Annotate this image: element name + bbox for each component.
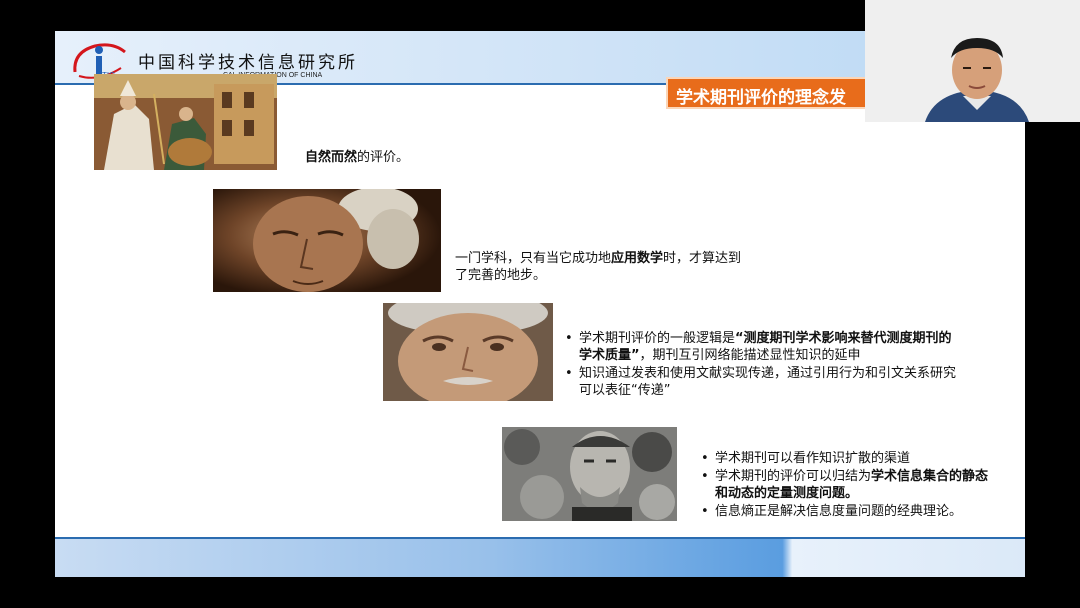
item-text: 学术期刊的评价可以归结为 [715,469,872,484]
item-text: 知识通过发表和使用文献实现传递，通过引用行为和引文关系研究可以表征“传递” [579,366,957,398]
list-item: 知识通过发表和使用文献实现传递，通过引用行为和引文关系研究可以表征“传递” [564,365,959,399]
item-mathematics-quote: 一门学科，只有当它成功地应用数学时，才算达到了完善的地步。 [455,250,745,284]
slide-footer [55,539,1025,577]
item-text: 的评价。 [357,150,410,165]
bullet-list-evaluation-logic: 学术期刊评价的一般逻辑是“测度期刊学术影响来替代测度期刊的学术质量”，期刊互引网… [564,330,959,400]
bullet-list-information-entropy: 学术期刊可以看作知识扩散的渠道 学术期刊的评价可以归结为学术信息集合的静态和动态… [700,450,990,521]
scientist-portrait-image [502,427,677,521]
philosopher-portrait-image [213,189,441,292]
list-item: 信息熵正是解决信息度量问题的经典理论。 [700,503,990,520]
webcam-video-feed [865,0,1080,122]
medieval-manuscript-image [94,74,277,170]
item-text: 信息熵正是解决信息度量问题的经典理论。 [715,504,963,519]
section-title: 学术期刊评价的理念发 [676,88,846,108]
item-text: 一门学科，只有当它成功地 [455,251,612,266]
item-natural-evaluation: 自然而然的评价。 [305,149,409,166]
scholar-portrait-image [383,303,553,401]
item-text: ，期刊互引网络能描述显性知识的延申 [639,348,861,363]
org-name-cn: 中国科学技术信息研究所 [138,53,358,73]
bold-phrase: 应用数学 [611,251,664,266]
item-text: 学术期刊评价的一般逻辑是 [579,331,736,346]
bold-phrase: 自然而然 [305,150,358,165]
list-item: 学术期刊的评价可以归结为学术信息集合的静态和动态的定量测度问题。 [700,468,990,502]
item-text: 学术期刊可以看作知识扩散的渠道 [715,451,911,466]
list-item: 学术期刊可以看作知识扩散的渠道 [700,450,990,467]
list-item: 学术期刊评价的一般逻辑是“测度期刊学术影响来替代测度期刊的学术质量”，期刊互引网… [564,330,959,364]
